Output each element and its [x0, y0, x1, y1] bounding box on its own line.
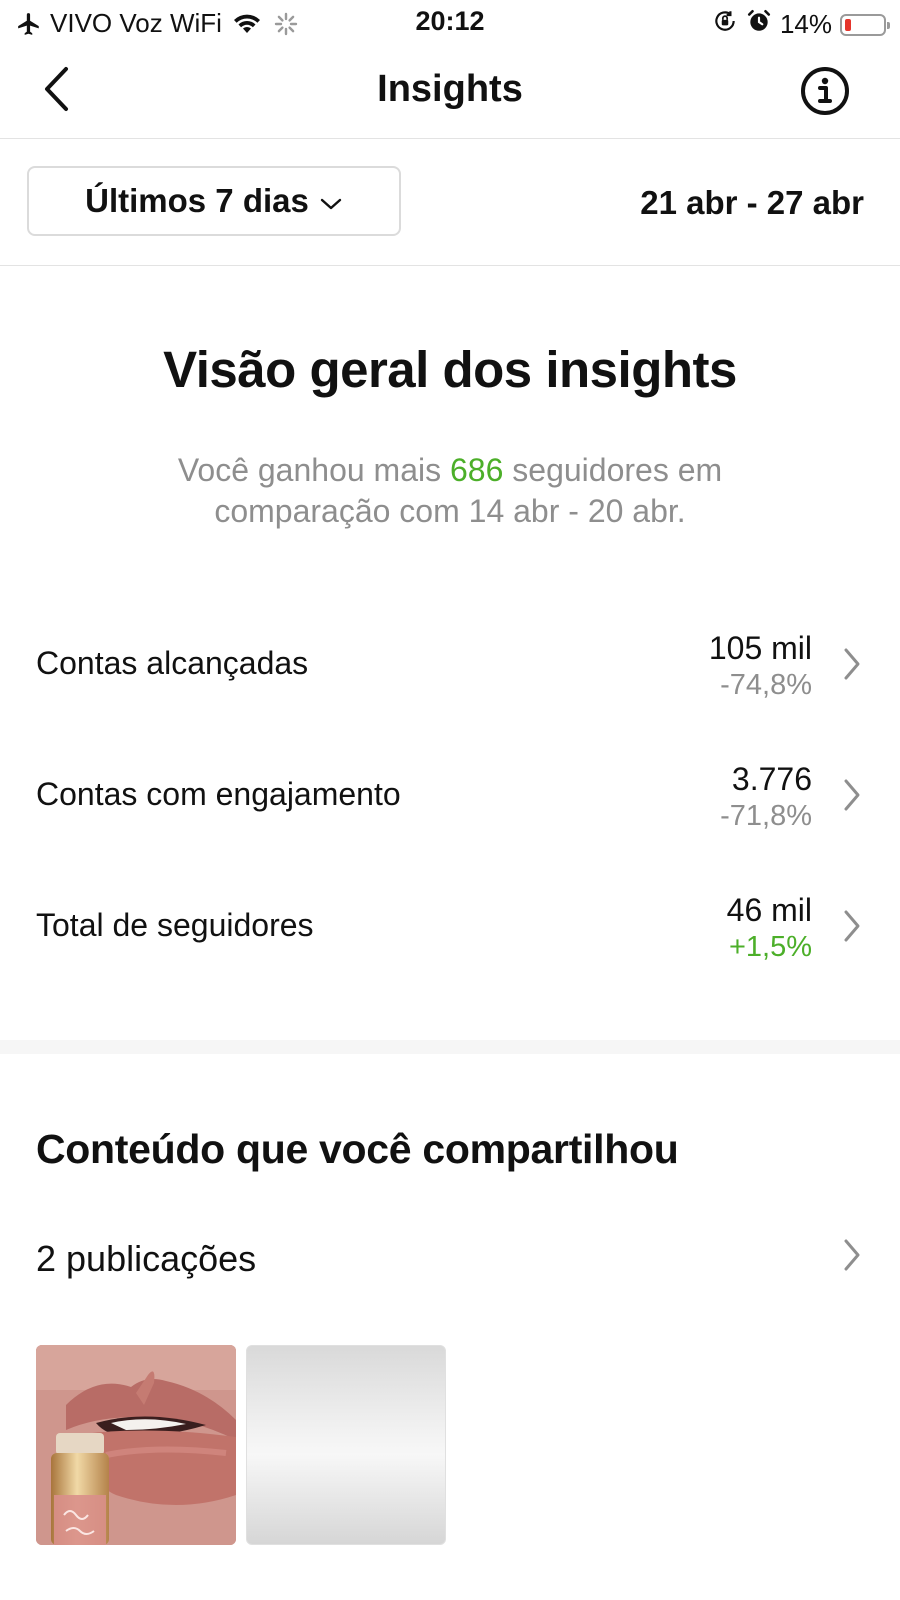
content-section-title: Conteúdo que você compartilhou [36, 1126, 679, 1172]
navigation-bar: Insights [0, 46, 900, 139]
status-bar: VIVO Voz WiFi 20:12 14% [0, 0, 900, 46]
metric-label: Contas alcançadas [36, 645, 309, 681]
battery-percent: 14% [779, 9, 832, 39]
metric-row-accounts-engaged[interactable]: Contas com engajamento 3.776 -71,8% [0, 760, 900, 856]
status-bar-right: 14% [704, 8, 890, 41]
overview-subtitle: Você ganhou mais 686 seguidores em compa… [100, 450, 800, 532]
metric-value: 3.776 [731, 761, 812, 797]
info-icon [800, 67, 850, 120]
lipstick-photo [36, 1345, 236, 1545]
metric-row-accounts-reached[interactable]: Contas alcançadas 105 mil -74,8% [0, 629, 900, 725]
orientation-lock-icon [712, 8, 738, 41]
posts-count-label: 2 publicações [36, 1238, 257, 1279]
metric-label: Total de seguidores [36, 907, 314, 943]
battery-fill [845, 18, 851, 31]
metric-value: 46 mil [726, 892, 812, 928]
chevron-right-icon [842, 647, 862, 686]
metric-row-total-followers[interactable]: Total de seguidores 46 mil +1,5% [0, 891, 900, 987]
period-dropdown[interactable]: Últimos 7 dias [27, 166, 401, 236]
filter-row: Últimos 7 dias 21 abr - 27 abr [0, 139, 900, 266]
battery-icon [840, 13, 890, 36]
chevron-right-icon [842, 1238, 862, 1277]
metric-change: -74,8% [720, 669, 812, 701]
post-thumbnail[interactable] [36, 1345, 236, 1545]
alarm-icon [746, 8, 772, 41]
chevron-down-icon [309, 182, 343, 220]
metric-change: -71,8% [720, 800, 812, 832]
period-dropdown-label: Últimos 7 dias [85, 182, 309, 219]
metric-label: Contas com engajamento [36, 776, 401, 812]
posts-row[interactable]: 2 publicações [0, 1226, 900, 1296]
overview-title: Visão geral dos insights [163, 341, 737, 398]
post-thumbnail[interactable] [246, 1345, 446, 1545]
info-button[interactable] [800, 66, 850, 116]
page-title: Insights [377, 68, 523, 110]
follower-gain-count: 686 [450, 452, 504, 488]
date-range: 21 abr - 27 abr [640, 184, 864, 221]
metric-value: 105 mil [708, 630, 812, 666]
section-divider [0, 1040, 900, 1054]
chevron-right-icon [842, 909, 862, 948]
battery-cap [887, 21, 890, 29]
chevron-right-icon [842, 778, 862, 817]
metric-change: +1,5% [728, 931, 812, 963]
overview-subtitle-prefix: Você ganhou mais [177, 452, 450, 488]
